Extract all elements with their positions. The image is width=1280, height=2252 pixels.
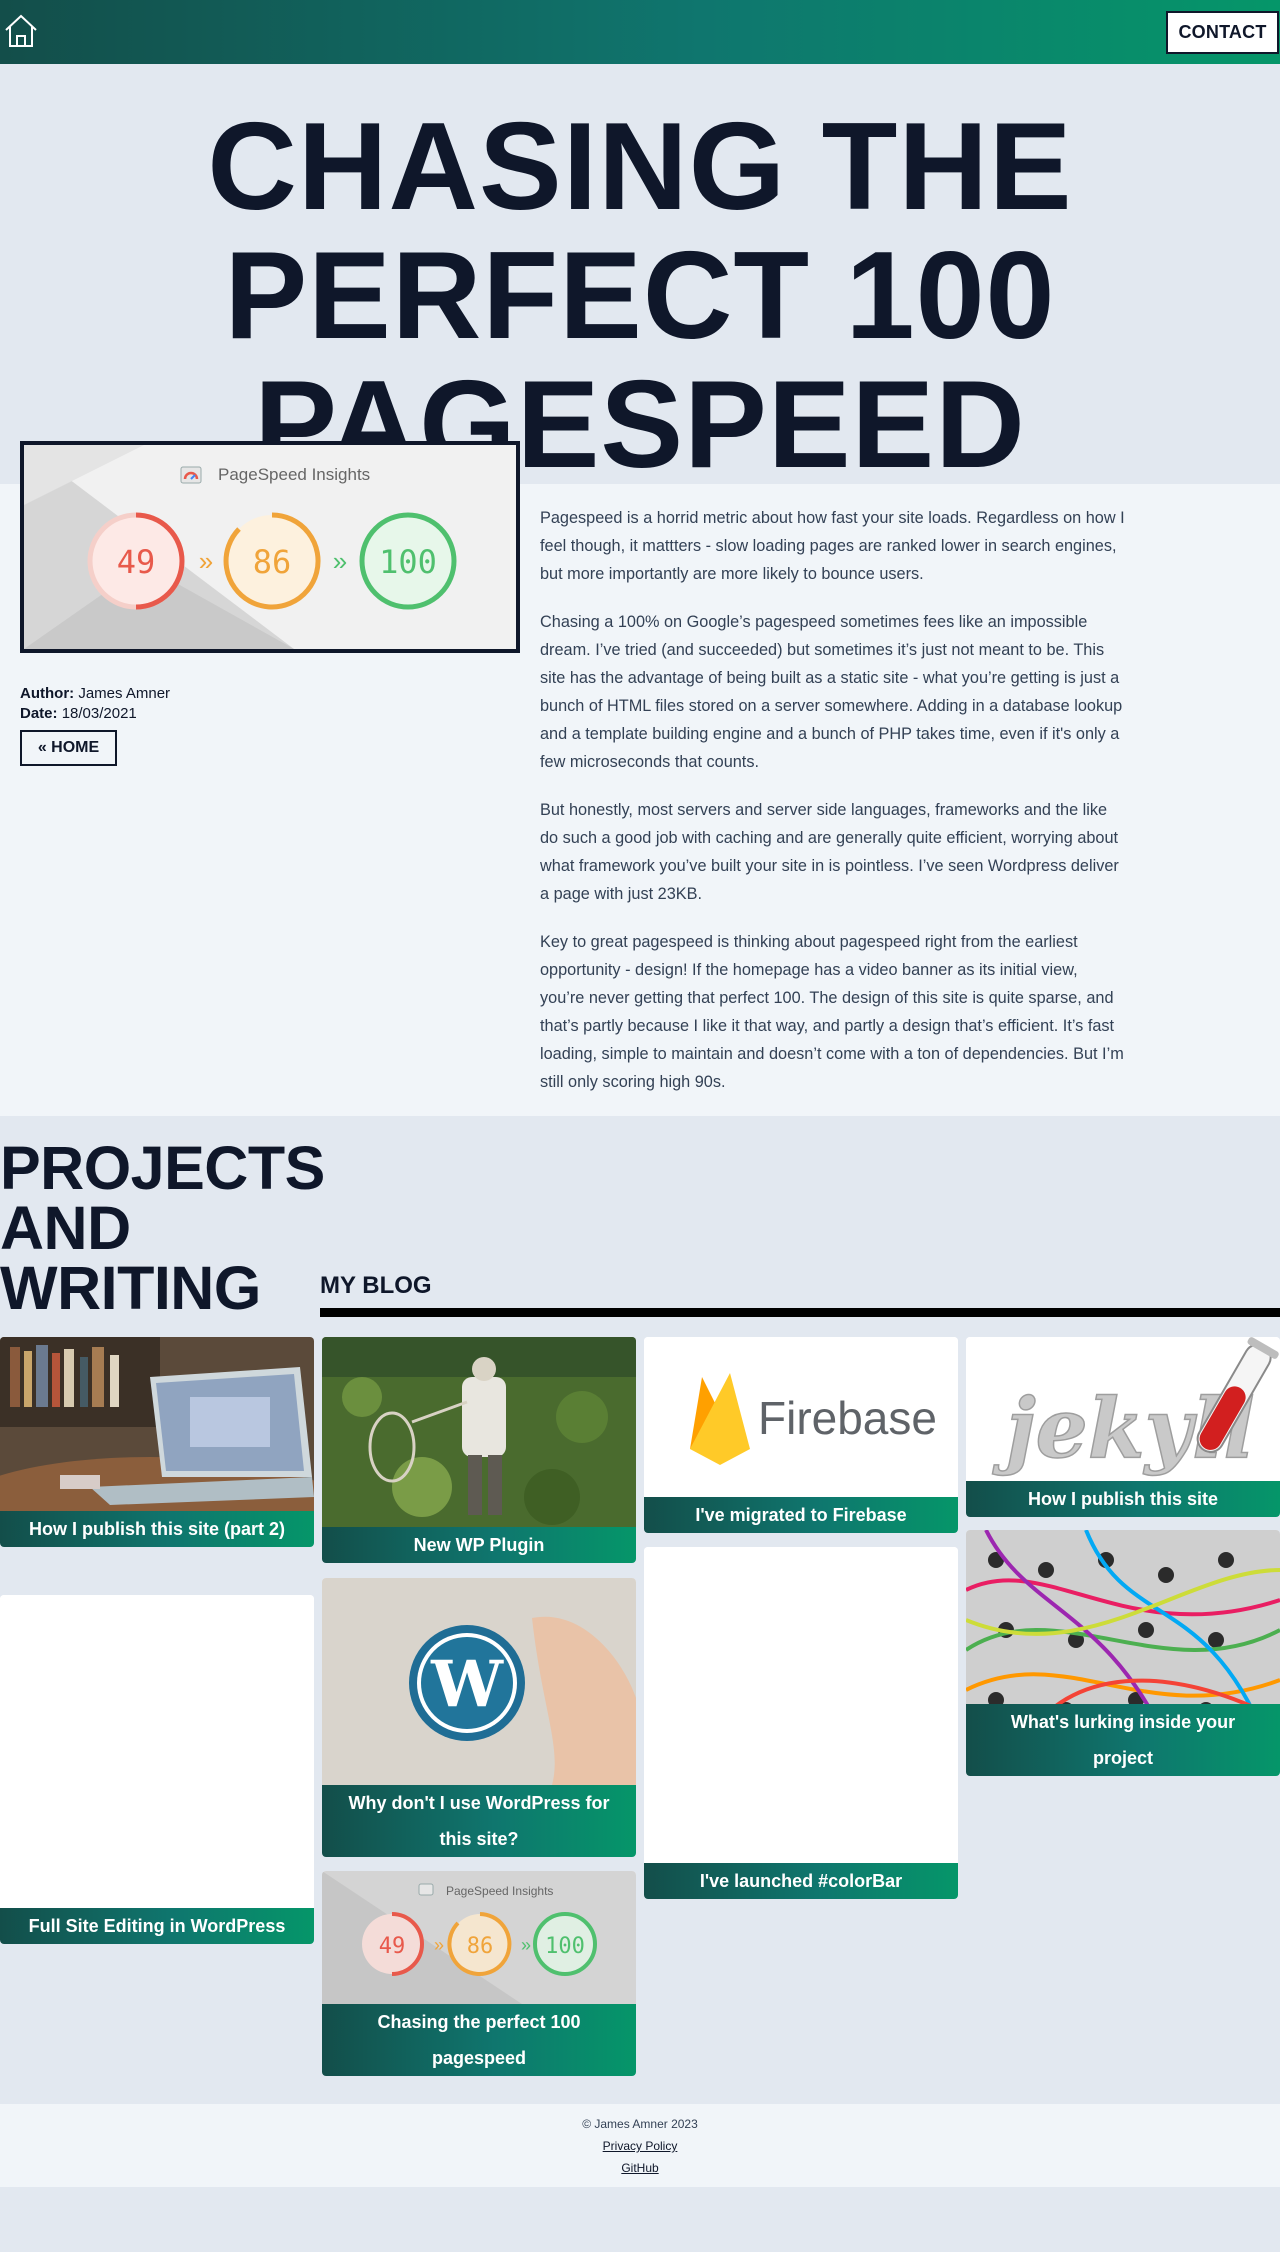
post-meta: Author: James Amner Date: 18/03/2021 bbox=[20, 684, 170, 724]
page-title-line: PERFECT 100 bbox=[224, 227, 1056, 365]
projects-heading: PROJECTS AND WRITING bbox=[0, 1138, 325, 1319]
blog-card[interactable]: jekyll How I publish this site bbox=[966, 1337, 1280, 1517]
score-value: 86 bbox=[467, 1934, 494, 1959]
card-image: W bbox=[322, 1578, 636, 1785]
feature-image: PageSpeed Insights 49 » 86 » 100 bbox=[20, 441, 520, 653]
card-title[interactable]: Full Site Editing in WordPress bbox=[0, 1908, 314, 1944]
svg-text:»: » bbox=[199, 546, 213, 576]
blog-card[interactable]: W Why don't I use WordPress for this sit… bbox=[322, 1578, 636, 1857]
card-title[interactable]: I've migrated to Firebase bbox=[644, 1497, 958, 1533]
card-title[interactable]: How I publish this site (part 2) bbox=[0, 1511, 314, 1547]
pagespeed-brand: PageSpeed Insights bbox=[218, 465, 370, 484]
post-date: 18/03/2021 bbox=[61, 705, 137, 722]
card-image: jekyll bbox=[966, 1337, 1280, 1481]
blog-card[interactable]: I've launched #colorBar bbox=[644, 1547, 958, 1899]
firebase-icon bbox=[690, 1373, 750, 1465]
svg-text:»: » bbox=[333, 546, 347, 576]
contact-button[interactable]: CONTACT bbox=[1166, 11, 1279, 54]
card-title[interactable]: What's lurking inside your project bbox=[966, 1704, 1280, 1776]
score-value: 49 bbox=[117, 543, 156, 581]
blog-card[interactable]: New WP Plugin bbox=[322, 1337, 636, 1563]
pagespeed-brand: PageSpeed Insights bbox=[446, 1884, 553, 1898]
article: PageSpeed Insights 49 » 86 » 100 Author:… bbox=[0, 441, 1280, 1116]
card-title[interactable]: How I publish this site bbox=[966, 1481, 1280, 1517]
score-value: 49 bbox=[379, 1934, 406, 1959]
card-title[interactable]: New WP Plugin bbox=[322, 1527, 636, 1563]
pagespeed-logo-icon bbox=[180, 466, 202, 484]
divider bbox=[320, 1308, 1280, 1317]
card-image: PageSpeed Insights 49 » 86 » 100 bbox=[322, 1871, 636, 2004]
score-value: 86 bbox=[253, 543, 292, 581]
home-icon[interactable] bbox=[2, 12, 40, 50]
blog-card[interactable]: What's lurking inside your project bbox=[966, 1530, 1280, 1776]
score-value: 100 bbox=[379, 543, 437, 581]
projects-heading-line: WRITING bbox=[0, 1254, 261, 1322]
blog-title: MY BLOG bbox=[320, 1272, 432, 1299]
svg-text:»: » bbox=[521, 1935, 531, 1955]
card-title[interactable]: Chasing the perfect 100 pagespeed bbox=[322, 2004, 636, 2076]
blog-card[interactable]: Firebase I've migrated to Firebase bbox=[644, 1337, 958, 1533]
site-footer: © James Amner 2023 Privacy Policy GitHub bbox=[0, 2104, 1280, 2187]
article-body: Pagespeed is a horrid metric about how f… bbox=[540, 504, 1125, 1116]
back-home-button[interactable]: « HOME bbox=[20, 730, 117, 766]
svg-text:»: » bbox=[434, 1935, 444, 1955]
copyright: © James Amner 2023 bbox=[582, 2117, 698, 2131]
blog-card[interactable]: How I publish this site (part 2) bbox=[0, 1337, 314, 1547]
projects-heading-line: AND bbox=[0, 1194, 131, 1262]
projects-heading-line: PROJECTS bbox=[0, 1134, 325, 1202]
blog-card[interactable]: PageSpeed Insights 49 » 86 » 100 Chasing… bbox=[322, 1871, 636, 2076]
card-title[interactable]: I've launched #colorBar bbox=[644, 1863, 958, 1899]
card-image bbox=[0, 1337, 314, 1511]
author-name: James Amner bbox=[78, 685, 171, 702]
privacy-policy-link[interactable]: Privacy Policy bbox=[0, 2135, 1280, 2157]
blog-card[interactable]: Full Site Editing in WordPress bbox=[0, 1595, 314, 1944]
article-paragraph: Chasing a 100% on Google’s pagespeed som… bbox=[540, 613, 1123, 771]
article-paragraph: But honestly, most servers and server si… bbox=[540, 801, 1119, 903]
github-link[interactable]: GitHub bbox=[0, 2157, 1280, 2179]
page-title: CHASING THE PERFECT 100 PAGESPEED bbox=[0, 103, 1280, 490]
date-label: Date: bbox=[20, 705, 58, 722]
projects-section: PROJECTS AND WRITING MY BLOG How I publi… bbox=[0, 1116, 1280, 2104]
site-header: CONTACT bbox=[0, 0, 1280, 64]
author-label: Author: bbox=[20, 685, 75, 702]
article-paragraph: Pagespeed is a horrid metric about how f… bbox=[540, 509, 1125, 583]
svg-text:W: W bbox=[430, 1647, 504, 1722]
card-image bbox=[644, 1547, 958, 1863]
article-paragraph: Key to great pagespeed is thinking about… bbox=[540, 933, 1124, 1091]
firebase-logo-text: Firebase bbox=[758, 1392, 937, 1444]
card-image bbox=[0, 1595, 314, 1908]
card-image bbox=[322, 1337, 636, 1527]
card-title[interactable]: Why don't I use WordPress for this site? bbox=[322, 1785, 636, 1857]
page-title-line: CHASING THE bbox=[207, 98, 1073, 236]
score-value: 100 bbox=[545, 1934, 585, 1959]
card-image: Firebase bbox=[644, 1337, 958, 1497]
